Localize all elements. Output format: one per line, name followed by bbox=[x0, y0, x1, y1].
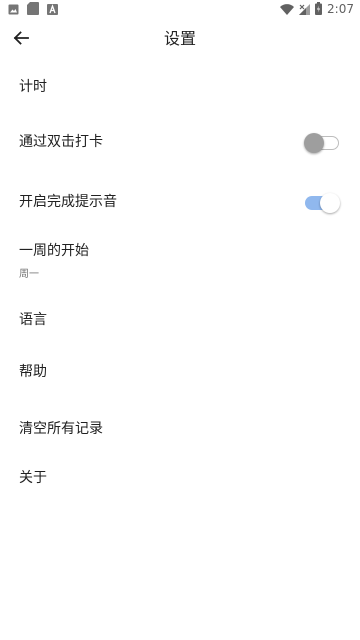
setting-double-tap-checkin[interactable]: 通过双击打卡 bbox=[0, 114, 360, 170]
double-tap-checkin-switch[interactable] bbox=[304, 133, 339, 153]
setting-clear-all-records-label: 清空所有记录 bbox=[19, 421, 103, 437]
status-bar-time: 2:07 bbox=[327, 2, 354, 16]
status-bar-notifications bbox=[8, 1, 58, 15]
setting-timer[interactable]: 计时 bbox=[0, 62, 360, 112]
font-icon bbox=[47, 0, 58, 19]
setting-week-start[interactable]: 一周的开始 周一 bbox=[0, 232, 360, 294]
setting-week-start-value: 周一 bbox=[19, 269, 39, 280]
image-icon bbox=[8, 0, 19, 19]
setting-timer-label: 计时 bbox=[19, 79, 47, 95]
wifi-icon bbox=[280, 0, 295, 19]
setting-double-tap-checkin-label: 通过双击打卡 bbox=[19, 134, 103, 150]
setting-about-label: 关于 bbox=[19, 470, 47, 486]
status-bar: 2:07 bbox=[0, 0, 360, 18]
battery-icon bbox=[315, 0, 323, 19]
setting-completion-sound-label: 开启完成提示音 bbox=[19, 194, 117, 210]
setting-language[interactable]: 语言 bbox=[0, 296, 360, 346]
status-bar-system: 2:07 bbox=[280, 0, 354, 19]
setting-about[interactable]: 关于 bbox=[0, 454, 360, 504]
setting-help[interactable]: 帮助 bbox=[0, 348, 360, 398]
page-title: 设置 bbox=[163, 29, 196, 48]
completion-sound-switch[interactable] bbox=[305, 193, 340, 213]
setting-completion-sound[interactable]: 开启完成提示音 bbox=[0, 174, 360, 230]
setting-week-start-label: 一周的开始 bbox=[19, 243, 89, 259]
sd-card-icon bbox=[27, 0, 39, 19]
setting-help-label: 帮助 bbox=[19, 364, 47, 380]
switch-thumb bbox=[304, 133, 324, 153]
setting-language-label: 语言 bbox=[19, 312, 47, 328]
switch-thumb bbox=[320, 193, 340, 213]
toolbar: 设置 bbox=[0, 18, 360, 60]
setting-clear-all-records[interactable]: 清空所有记录 bbox=[0, 404, 360, 454]
signal-icon bbox=[299, 0, 311, 19]
